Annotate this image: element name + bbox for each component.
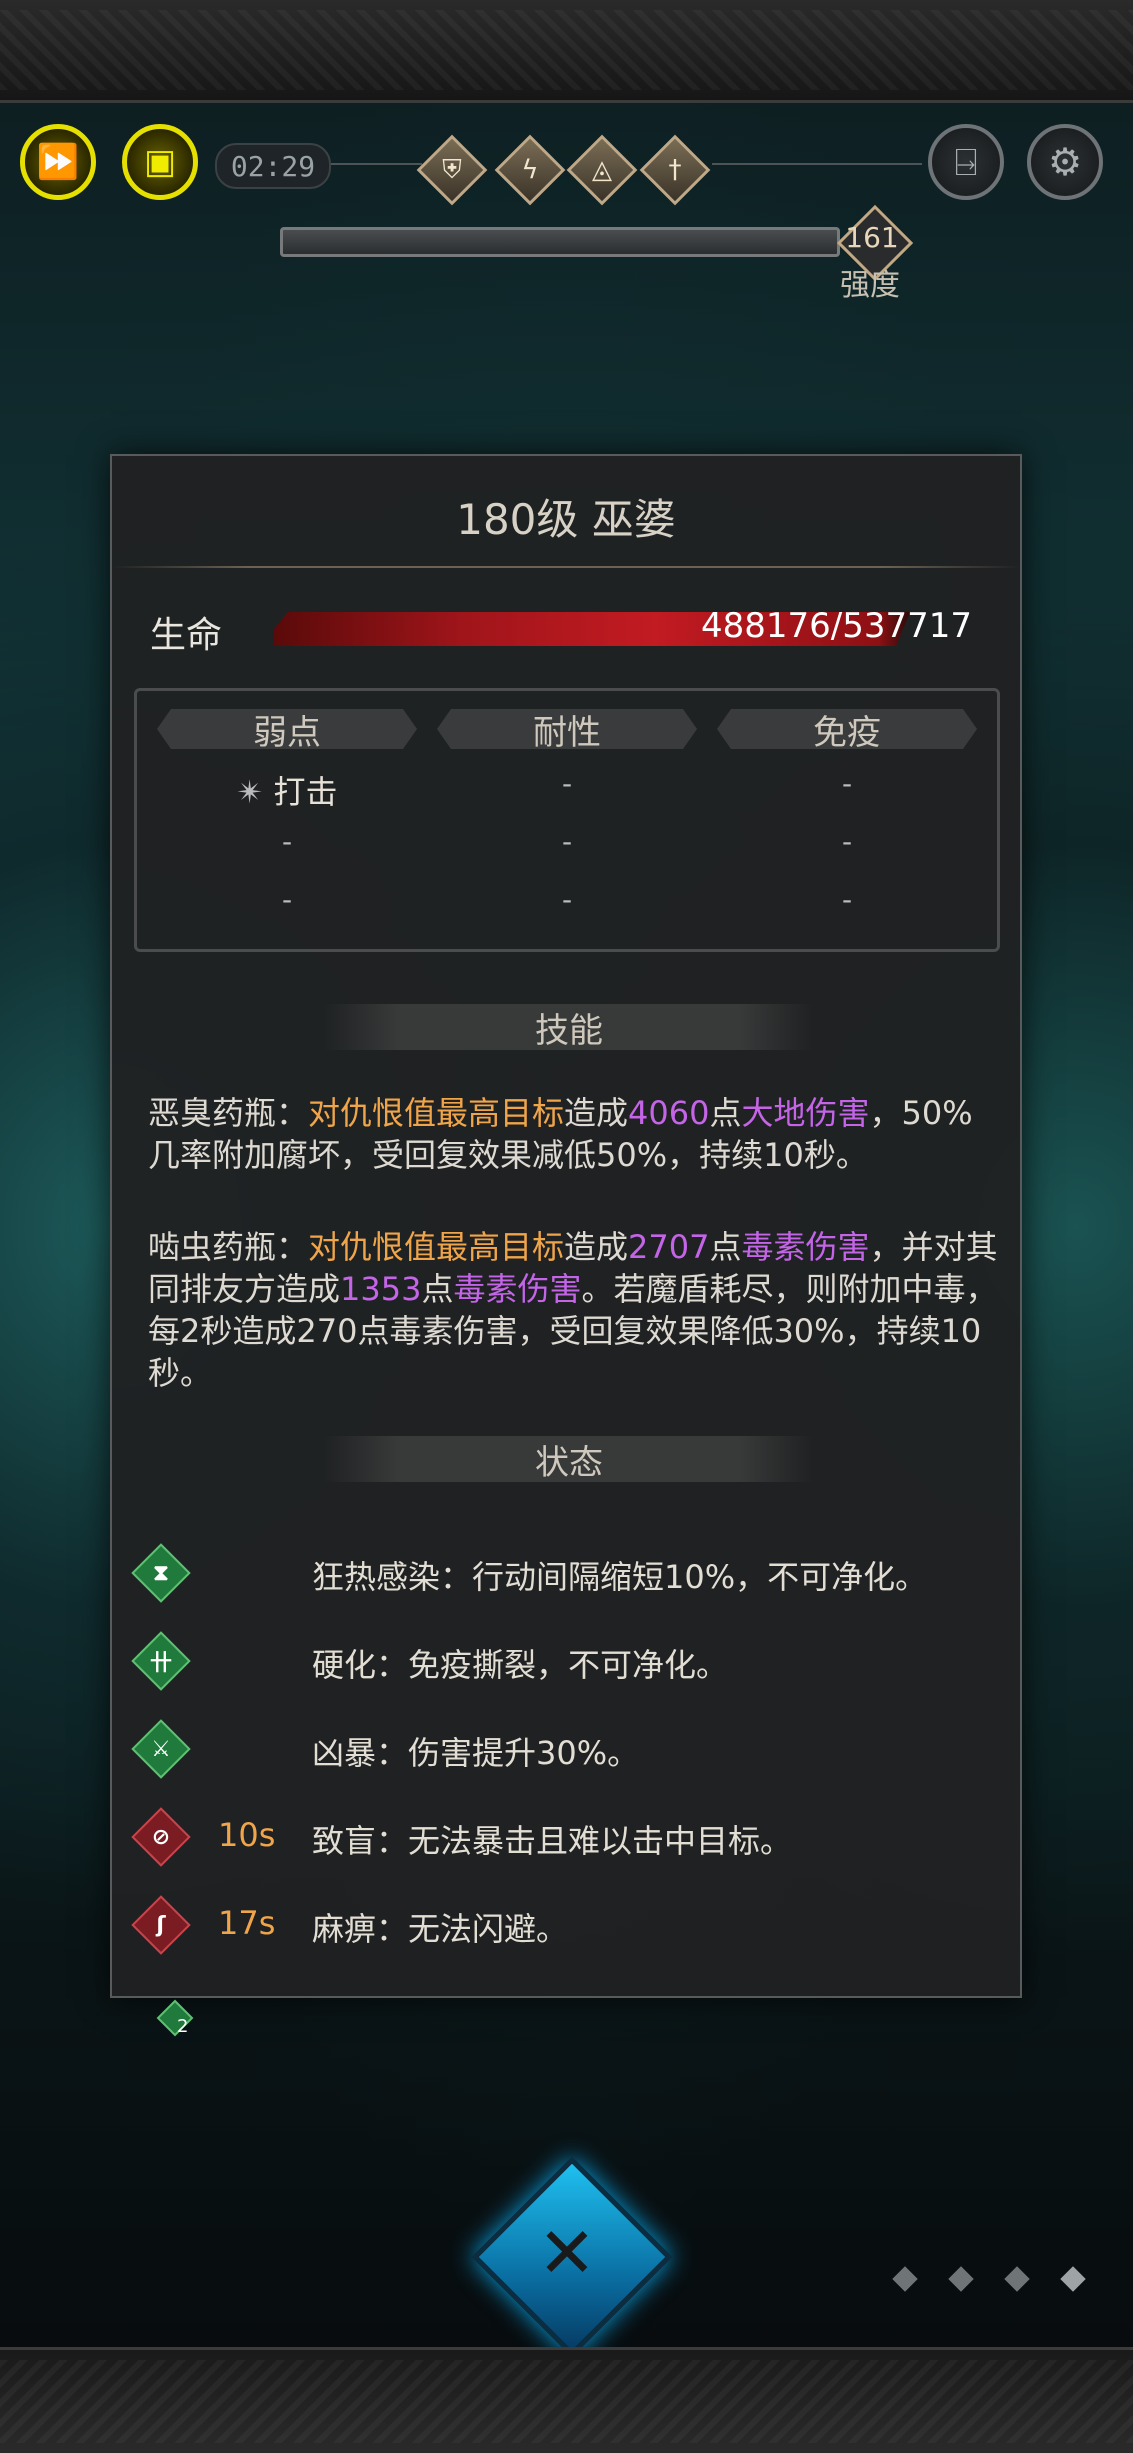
hud-line-right bbox=[712, 163, 922, 165]
sword-rune-icon: † bbox=[668, 155, 682, 185]
paralysis-icon: ʃ bbox=[131, 1895, 191, 1955]
shield-rune-icon: ⛨ bbox=[442, 154, 462, 185]
status-header: 状态 bbox=[324, 1436, 814, 1483]
buff-stack-count: 2 bbox=[177, 2016, 189, 2037]
status-row-harden: 卄 硬化：免疫撕裂，不可净化。 bbox=[130, 1631, 1010, 1694]
table-cell: - bbox=[561, 825, 573, 858]
close-button[interactable]: ✕ bbox=[471, 2156, 673, 2358]
table-cell: - bbox=[281, 883, 293, 916]
enemy-title: 180级 巫婆 bbox=[456, 495, 676, 544]
resistance-header: 耐性 bbox=[437, 709, 697, 749]
strength-bar bbox=[280, 227, 840, 257]
fast-forward-button[interactable]: ⏩ bbox=[20, 124, 96, 200]
status-duration: 10s bbox=[218, 1816, 276, 1854]
strength-label: 强度 bbox=[840, 268, 900, 303]
table-cell: - bbox=[841, 883, 853, 916]
status-row-blind: ⊘ 10s 致盲：无法暴击且难以击中目标。 bbox=[130, 1807, 1010, 1870]
weakness-header: 弱点 bbox=[157, 709, 417, 749]
bottom-frame bbox=[0, 2347, 1133, 2453]
hp-label: 生命 bbox=[150, 615, 223, 656]
skill-insect-flask: 啮虫药瓶：对仇恨值最高目标造成2707点毒素伤害，并对其同排友方造成1353点毒… bbox=[148, 1228, 998, 1392]
status-text: 麻痹：无法闪避。 bbox=[312, 1910, 569, 1948]
status-text: 狂热感染：行动间隔缩短10%，不可净化。 bbox=[312, 1558, 928, 1596]
gear-icon: ⚙ bbox=[1047, 140, 1083, 184]
status-text: 硬化：免疫撕裂，不可净化。 bbox=[312, 1646, 729, 1684]
fast-forward-icon: ⏩ bbox=[36, 142, 80, 182]
enemy-info-panel: 180级 巫婆 生命 488176/537717 弱点 耐性 免疫 ✴ 打击 -… bbox=[110, 454, 1022, 1998]
claw-strike-icon: ✴ bbox=[236, 773, 264, 811]
hourglass-icon: ⧗ bbox=[131, 1543, 191, 1603]
status-row-fever: ⧗ 狂热感染：行动间隔缩短10%，不可净化。 bbox=[130, 1543, 1010, 1606]
immunity-header: 免疫 bbox=[717, 709, 977, 749]
close-crossed-swords-icon: ✕ bbox=[537, 2212, 597, 2294]
status-row-ferocity: ⚔ 凶暴：伤害提升30%。 bbox=[130, 1719, 1010, 1782]
settings-button[interactable]: ⚙ bbox=[1027, 124, 1103, 200]
status-text: 致盲：无法暴击且难以击中目标。 bbox=[312, 1822, 793, 1860]
table-cell: - bbox=[841, 825, 853, 858]
resistance-table: 弱点 耐性 免疫 ✴ 打击 - - - - - - - - bbox=[134, 688, 1000, 952]
harden-icon: 卄 bbox=[131, 1631, 191, 1691]
status-duration: 17s bbox=[218, 1904, 276, 1942]
status-row-paralysis: ʃ 17s 麻痹：无法闪避。 bbox=[130, 1895, 1010, 1958]
hp-value: 488176/537717 bbox=[700, 606, 972, 646]
title-divider bbox=[112, 566, 1020, 568]
auto-play-icon: ▣ bbox=[143, 142, 177, 182]
status-text: 凶暴：伤害提升30%。 bbox=[312, 1734, 640, 1772]
exit-door-icon: ⍈ bbox=[954, 139, 978, 184]
table-cell: - bbox=[561, 767, 573, 800]
skills-header: 技能 bbox=[324, 1004, 814, 1051]
weakness-value: 打击 bbox=[273, 773, 338, 811]
table-cell: - bbox=[281, 825, 293, 858]
top-frame bbox=[0, 0, 1133, 103]
table-cell: - bbox=[561, 883, 573, 916]
battle-timer: 02:29 bbox=[215, 143, 331, 189]
strength-value: 161 bbox=[845, 221, 899, 254]
eye-triangle-rune-icon: ◬ bbox=[592, 155, 612, 185]
auto-play-button[interactable]: ▣ bbox=[122, 124, 198, 200]
timer-line bbox=[327, 163, 422, 165]
exit-button[interactable]: ⍈ bbox=[928, 124, 1004, 200]
weakness-cell: ✴ 打击 bbox=[197, 767, 377, 813]
skill-stench-flask: 恶臭药瓶：对仇恨值最高目标造成4060点大地伤害，50%几率附加腐坏，受回复效果… bbox=[148, 1094, 973, 1174]
ferocity-icon: ⚔ bbox=[131, 1719, 191, 1779]
table-cell: - bbox=[841, 767, 853, 800]
lightning-rune-icon: ϟ bbox=[521, 155, 539, 185]
blind-eye-icon: ⊘ bbox=[131, 1807, 191, 1867]
